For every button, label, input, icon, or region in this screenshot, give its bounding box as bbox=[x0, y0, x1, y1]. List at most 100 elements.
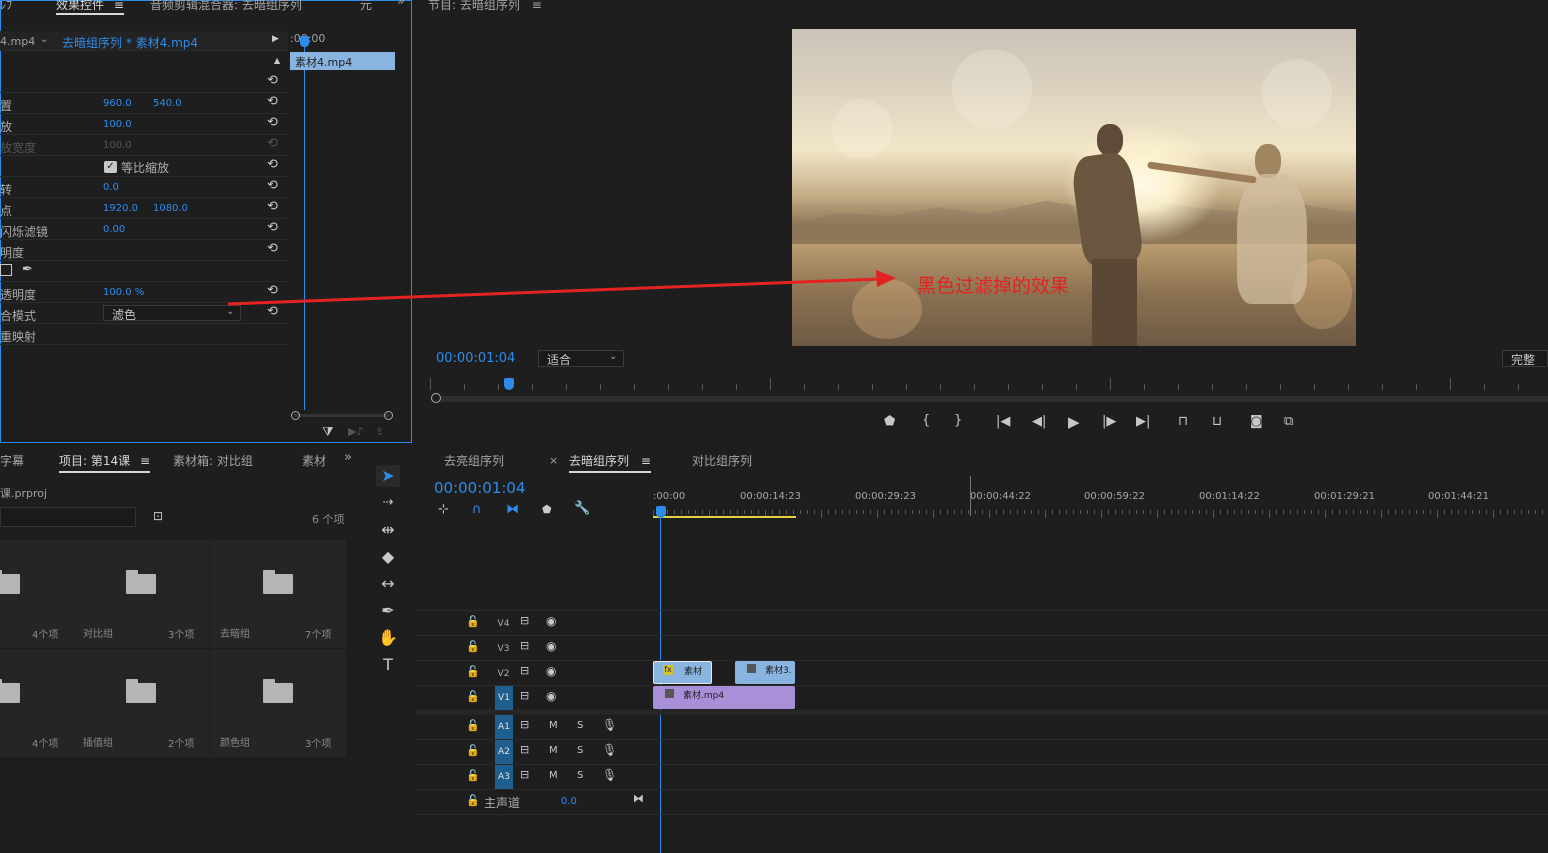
tab-project[interactable]: 项目: 第14课 ≡ bbox=[59, 452, 151, 473]
quality-select[interactable]: 完整 bbox=[1502, 350, 1548, 367]
project-bin[interactable]: 对比组 3个项 bbox=[73, 540, 209, 648]
pen-tool-icon[interactable]: ✒ bbox=[376, 600, 400, 622]
track-target-a3[interactable]: A3 bbox=[495, 765, 513, 789]
go-to-out-icon[interactable]: ▶| bbox=[1136, 414, 1150, 429]
menu-icon[interactable]: ≡ bbox=[140, 454, 150, 468]
wrench-icon[interactable]: 🔧 bbox=[574, 501, 590, 516]
program-playhead-icon[interactable] bbox=[504, 378, 514, 390]
lock-icon[interactable]: 🔓 bbox=[466, 615, 480, 628]
track-select-icon[interactable]: ⇢ bbox=[376, 492, 400, 514]
eye-icon[interactable]: ◉ bbox=[546, 639, 556, 653]
marker-icon[interactable]: ⬟ bbox=[884, 414, 895, 429]
step-forward-icon[interactable]: |▶ bbox=[1102, 414, 1116, 429]
razor-icon[interactable]: ◆ bbox=[376, 546, 400, 568]
ruler-tick bbox=[1444, 510, 1445, 514]
selection-tool-icon[interactable]: ➤ bbox=[376, 465, 400, 487]
ruler-tick bbox=[1332, 510, 1333, 514]
timeline-timecode[interactable]: 00:00:01:04 bbox=[434, 479, 526, 497]
zoom-handle-left[interactable] bbox=[431, 393, 441, 403]
sync-lock-icon[interactable]: ⊟ bbox=[520, 664, 529, 677]
ripple-edit-icon[interactable]: ⇹ bbox=[376, 519, 400, 541]
eye-icon[interactable]: ◉ bbox=[546, 614, 556, 628]
extract-icon[interactable]: ⊔ bbox=[1212, 414, 1222, 429]
menu-icon[interactable]: ≡ bbox=[641, 454, 651, 468]
sync-lock-icon[interactable]: ⊟ bbox=[520, 689, 529, 702]
tab-bin[interactable]: 素材箱: 对比组 bbox=[173, 452, 253, 469]
compare-icon[interactable]: ⧉ bbox=[1284, 414, 1293, 429]
project-bin[interactable]: 去暗组 7个项 bbox=[210, 540, 346, 648]
ruler-tick bbox=[1017, 510, 1018, 514]
lock-icon[interactable]: 🔓 bbox=[466, 640, 480, 653]
solo-button[interactable]: S bbox=[577, 745, 583, 756]
tab-sequence-3[interactable]: 对比组序列 bbox=[692, 452, 752, 469]
project-bin[interactable]: 4个项 bbox=[0, 649, 73, 757]
sync-lock-icon[interactable]: ⊟ bbox=[520, 768, 529, 781]
project-bin[interactable]: 4个项 bbox=[0, 540, 73, 648]
lock-icon[interactable]: 🔓 bbox=[466, 769, 480, 782]
camera-icon[interactable]: ◙ bbox=[1250, 414, 1263, 429]
close-icon[interactable]: × bbox=[549, 454, 558, 467]
more-tabs-icon[interactable]: » bbox=[344, 450, 352, 465]
microphone-icon[interactable]: 🎙 bbox=[602, 718, 617, 732]
solo-button[interactable]: S bbox=[577, 770, 583, 781]
hand-tool-icon[interactable]: ✋ bbox=[376, 627, 400, 649]
work-area-bar[interactable] bbox=[653, 516, 796, 518]
mute-button[interactable]: M bbox=[549, 770, 558, 781]
program-ruler[interactable] bbox=[430, 378, 1548, 394]
sync-lock-icon[interactable]: ⊟ bbox=[520, 743, 529, 756]
clip-v2-a[interactable]: fx 素材 bbox=[653, 661, 712, 684]
track-target-a2[interactable]: A2 bbox=[495, 740, 513, 764]
clip-v2-b[interactable]: 素材3. bbox=[735, 661, 795, 684]
tab-sequence-2[interactable]: 去暗组序列 ≡ bbox=[569, 452, 651, 473]
lift-icon[interactable]: ⊓ bbox=[1178, 414, 1188, 429]
sync-lock-icon[interactable]: ⊟ bbox=[520, 718, 529, 731]
tab-media[interactable]: 素材 bbox=[302, 452, 326, 469]
lock-icon[interactable]: 🔓 bbox=[466, 744, 480, 757]
microphone-icon[interactable]: 🎙 bbox=[602, 768, 617, 782]
step-back-icon[interactable]: ◀| bbox=[1032, 414, 1046, 429]
track-target-v4[interactable]: V4 bbox=[495, 617, 512, 631]
lock-icon[interactable]: 🔓 bbox=[466, 719, 480, 732]
eye-icon[interactable]: ◉ bbox=[546, 664, 556, 678]
lock-icon[interactable]: 🔓 bbox=[466, 665, 480, 678]
track-target-v1[interactable]: V1 bbox=[495, 686, 513, 710]
insert-nest-icon[interactable]: ⊹ bbox=[438, 502, 449, 517]
play-icon[interactable]: ▶ bbox=[1068, 413, 1080, 431]
sync-lock-icon[interactable]: ⊟ bbox=[520, 639, 529, 652]
go-to-in-icon[interactable]: |◀ bbox=[996, 414, 1010, 429]
mute-button[interactable]: M bbox=[549, 745, 558, 756]
lock-icon[interactable]: 🔓 bbox=[466, 794, 480, 807]
tab-captions[interactable]: 字幕 bbox=[0, 452, 24, 469]
mute-button[interactable]: M bbox=[549, 720, 558, 731]
linked-selection-icon[interactable]: ⧓ bbox=[506, 502, 519, 517]
program-timecode[interactable]: 00:00:01:04 bbox=[436, 351, 515, 366]
project-bin[interactable]: 插值组 2个项 bbox=[73, 649, 209, 757]
snap-magnet-icon[interactable]: ∩ bbox=[472, 502, 482, 517]
slip-tool-icon[interactable]: ↔ bbox=[376, 573, 400, 595]
eye-icon[interactable]: ◉ bbox=[546, 689, 556, 703]
search-input[interactable] bbox=[0, 507, 136, 527]
fit-select[interactable]: 适合 ⌄ bbox=[538, 350, 624, 367]
type-tool-icon[interactable]: T bbox=[376, 654, 400, 676]
track-target-v2[interactable]: V2 bbox=[495, 667, 512, 681]
out-point-icon[interactable]: } bbox=[954, 413, 962, 428]
ruler-tick bbox=[863, 510, 864, 514]
microphone-icon[interactable]: 🎙 bbox=[602, 743, 617, 757]
project-bin[interactable]: 颜色组 3个项 bbox=[210, 649, 346, 757]
search-bin-icon[interactable]: ⊡ bbox=[153, 509, 163, 523]
add-marker-icon[interactable]: ⬟ bbox=[542, 503, 552, 516]
solo-button[interactable]: S bbox=[577, 720, 583, 731]
tab-sequence-1[interactable]: 去亮组序列 bbox=[444, 452, 504, 469]
lock-icon[interactable]: 🔓 bbox=[466, 690, 480, 703]
clip-v1[interactable]: 素材.mp4 bbox=[653, 686, 795, 709]
program-zoom-bar[interactable] bbox=[440, 396, 1548, 402]
ruler-tick bbox=[1066, 510, 1067, 514]
timeline-playhead-icon[interactable] bbox=[656, 506, 666, 518]
master-volume-value[interactable]: 0.0 bbox=[561, 796, 577, 807]
go-to-end-icon[interactable]: ⧓ bbox=[633, 792, 644, 805]
track-target-a1[interactable]: A1 bbox=[495, 715, 513, 739]
track-target-v3[interactable]: V3 bbox=[495, 642, 512, 656]
in-point-icon[interactable]: { bbox=[922, 413, 930, 428]
sync-lock-icon[interactable]: ⊟ bbox=[520, 614, 529, 627]
ruler-tick bbox=[1535, 510, 1536, 514]
